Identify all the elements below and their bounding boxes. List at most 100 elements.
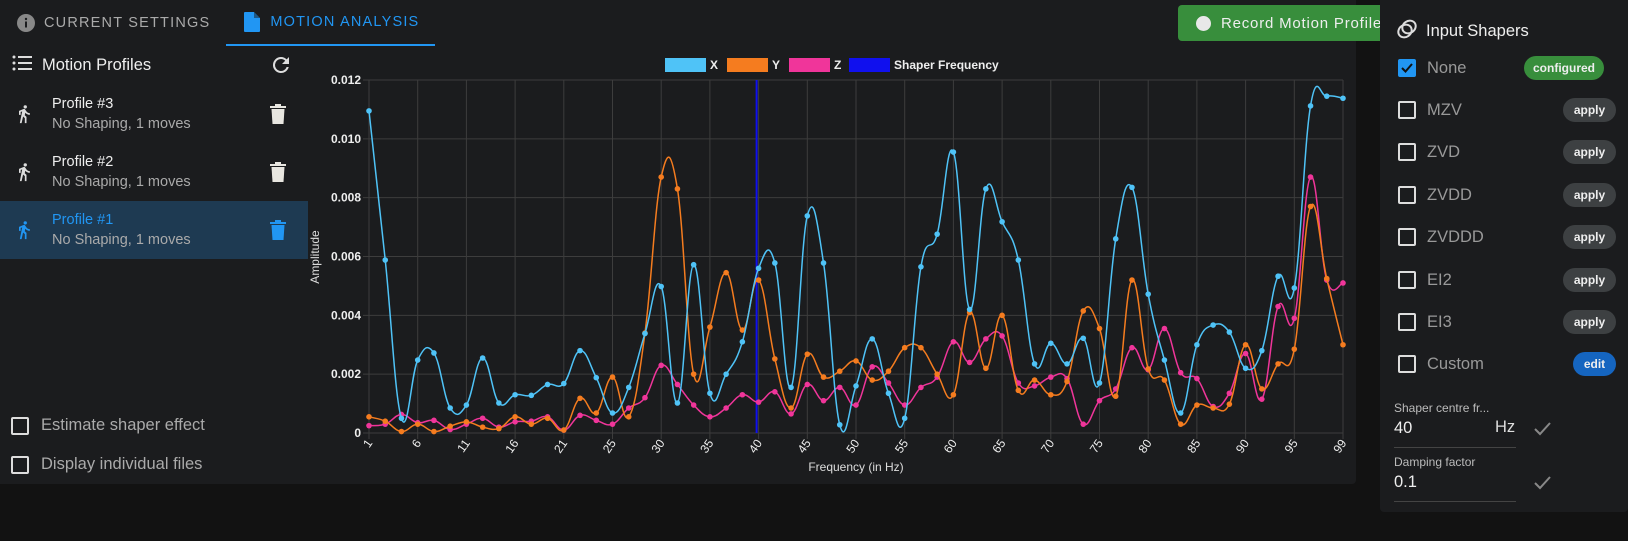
data-point-z[interactable]	[690, 402, 697, 408]
data-point-x[interactable]	[772, 260, 778, 266]
shaper-checkbox[interactable]	[1398, 228, 1416, 246]
data-point-z[interactable]	[479, 415, 486, 422]
data-point-y[interactable]	[723, 269, 729, 276]
data-point-y[interactable]	[674, 186, 681, 192]
data-point-y[interactable]	[1031, 377, 1038, 383]
data-point-x[interactable]	[1291, 285, 1298, 291]
data-point-x[interactable]	[1194, 341, 1200, 348]
data-point-z[interactable]	[869, 364, 876, 370]
data-point-z[interactable]	[950, 339, 957, 345]
profile-item[interactable]: Profile #2 No Shaping, 1 moves	[0, 143, 308, 201]
damping-factor-input[interactable]: 0.1	[1394, 473, 1614, 492]
data-point-x[interactable]	[658, 283, 664, 290]
data-point-x[interactable]	[739, 339, 746, 345]
data-point-x[interactable]	[934, 231, 940, 237]
shaper-centre-frequency-field[interactable]: Shaper centre fr... 40 Hz	[1394, 401, 1614, 448]
data-point-x[interactable]	[366, 108, 372, 114]
data-point-x[interactable]	[983, 186, 989, 192]
legend-item-z[interactable]: Z	[789, 58, 841, 72]
shaper-apply-chip[interactable]: apply	[1563, 310, 1616, 334]
shaper-edit-chip[interactable]: edit	[1573, 352, 1616, 376]
data-point-x[interactable]	[496, 400, 502, 406]
data-point-y[interactable]	[431, 428, 437, 435]
data-point-z[interactable]	[772, 389, 778, 395]
refresh-icon[interactable]	[269, 53, 293, 77]
data-point-z[interactable]	[658, 362, 664, 369]
shaper-checkbox[interactable]	[1398, 101, 1416, 119]
shaper-apply-chip[interactable]: apply	[1563, 140, 1616, 164]
data-point-y[interactable]	[950, 391, 957, 398]
data-point-x[interactable]	[1259, 347, 1265, 354]
data-point-y[interactable]	[690, 371, 697, 377]
shaper-option-ei2[interactable]: EI2 apply	[1396, 265, 1616, 295]
data-point-x[interactable]	[690, 261, 697, 268]
data-point-x[interactable]	[1275, 273, 1281, 280]
data-point-y[interactable]	[1291, 346, 1298, 352]
data-point-x[interactable]	[431, 350, 437, 356]
data-point-x[interactable]	[382, 257, 389, 263]
data-point-z[interactable]	[1340, 280, 1346, 286]
data-point-y[interactable]	[1112, 393, 1119, 400]
data-point-x[interactable]	[820, 260, 827, 266]
data-point-x[interactable]	[447, 405, 453, 411]
data-point-x[interactable]	[1129, 184, 1135, 191]
data-point-x[interactable]	[1177, 410, 1184, 416]
data-point-x[interactable]	[625, 384, 632, 391]
delete-icon[interactable]	[270, 162, 286, 182]
data-point-y[interactable]	[1259, 386, 1265, 392]
data-point-y[interactable]	[414, 421, 421, 427]
data-point-y[interactable]	[528, 421, 535, 427]
delete-icon[interactable]	[270, 220, 286, 240]
data-point-z[interactable]	[788, 411, 794, 417]
display-individual-files-checkbox[interactable]	[11, 455, 29, 474]
shaper-option-mzv[interactable]: MZV apply	[1396, 95, 1616, 125]
shaper-checkbox[interactable]	[1398, 186, 1416, 204]
data-point-y[interactable]	[901, 344, 908, 351]
data-point-y[interactable]	[983, 365, 989, 372]
data-point-y[interactable]	[382, 418, 389, 425]
data-point-y[interactable]	[1275, 361, 1281, 367]
data-point-z[interactable]	[1161, 325, 1168, 332]
data-point-z[interactable]	[1194, 375, 1200, 382]
data-point-x[interactable]	[1340, 95, 1346, 102]
data-point-y[interactable]	[934, 371, 940, 377]
data-point-y[interactable]	[804, 351, 811, 357]
data-point-z[interactable]	[1129, 344, 1135, 351]
data-point-z[interactable]	[723, 405, 729, 411]
data-point-x[interactable]	[463, 402, 470, 408]
shaper-checkbox[interactable]	[1398, 271, 1416, 289]
data-point-y[interactable]	[609, 374, 616, 380]
data-point-x[interactable]	[707, 390, 713, 397]
data-point-x[interactable]	[1080, 335, 1087, 342]
data-point-z[interactable]	[1177, 369, 1184, 376]
data-point-y[interactable]	[479, 424, 486, 430]
data-point-y[interactable]	[1015, 387, 1022, 394]
data-point-x[interactable]	[414, 357, 421, 363]
data-point-z[interactable]	[593, 417, 600, 424]
data-point-y[interactable]	[1145, 366, 1151, 372]
data-point-z[interactable]	[577, 412, 583, 419]
data-point-y[interactable]	[625, 414, 632, 420]
data-point-z[interactable]	[642, 394, 648, 401]
data-point-z[interactable]	[625, 405, 632, 411]
data-point-z[interactable]	[366, 422, 372, 429]
data-point-z[interactable]	[512, 419, 518, 425]
data-point-y[interactable]	[447, 423, 453, 430]
data-point-x[interactable]	[869, 336, 876, 342]
data-point-z[interactable]	[674, 381, 681, 388]
data-point-y[interactable]	[577, 395, 583, 402]
data-point-y[interactable]	[707, 324, 713, 330]
shaper-option-zvd[interactable]: ZVD apply	[1396, 137, 1616, 167]
data-point-y[interactable]	[1210, 405, 1216, 411]
profile-item[interactable]: Profile #3 No Shaping, 1 moves	[0, 85, 308, 143]
legend-item-y[interactable]: Y	[727, 58, 780, 72]
shaper-checkbox[interactable]	[1398, 59, 1416, 77]
damping-factor-field[interactable]: Damping factor 0.1	[1394, 455, 1614, 502]
data-point-x[interactable]	[918, 263, 924, 270]
tab-motion-analysis[interactable]: Motion Analysis	[226, 0, 436, 46]
data-point-y[interactable]	[463, 419, 470, 425]
data-point-z[interactable]	[755, 399, 762, 405]
data-point-y[interactable]	[1177, 421, 1184, 427]
estimate-shaper-effect-option[interactable]: Estimate shaper effect	[11, 416, 205, 435]
data-point-y[interactable]	[1340, 341, 1346, 348]
